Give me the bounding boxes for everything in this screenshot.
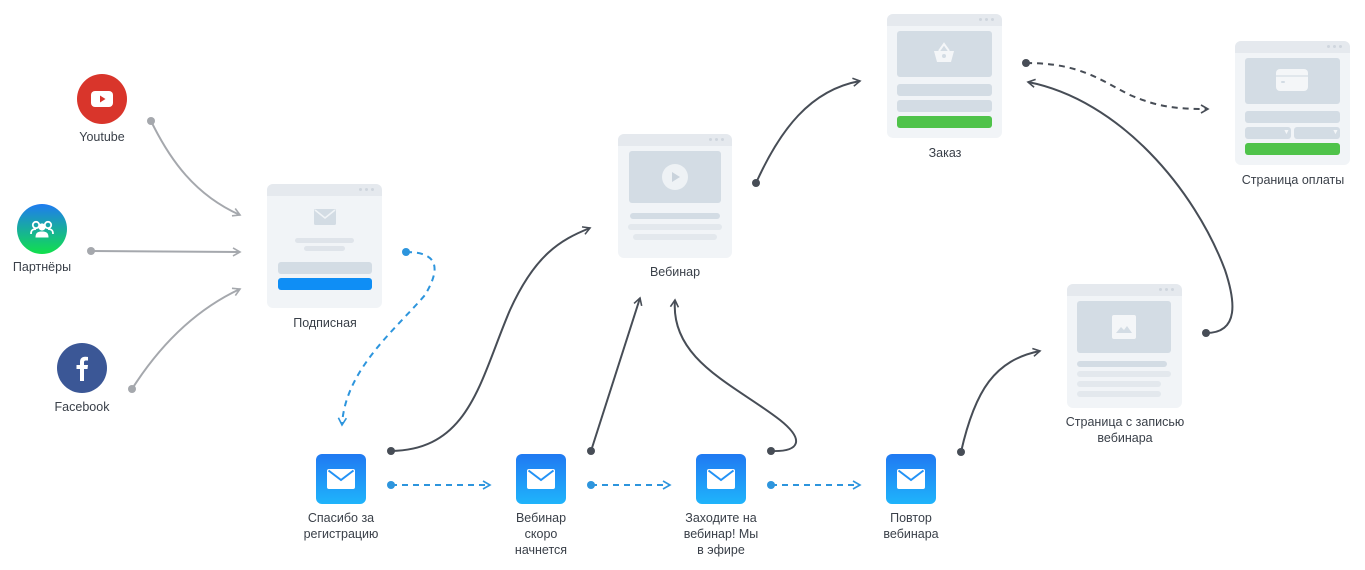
link-facebook-to-subscribe — [128, 287, 242, 393]
credit-card-icon — [1276, 69, 1308, 91]
page-webinar-node[interactable] — [618, 134, 732, 258]
envelope-icon — [327, 469, 355, 489]
source-youtube-label: Youtube — [79, 130, 125, 144]
email-live-node[interactable] — [696, 454, 746, 504]
link-webinar-to-order — [752, 77, 862, 187]
page-recording-node[interactable] — [1067, 284, 1182, 408]
envelope-icon — [897, 469, 925, 489]
link-soon-to-webinar — [587, 296, 643, 455]
link-thanks-to-webinar — [387, 226, 592, 455]
page-payment-label: Страница оплаты — [1241, 173, 1345, 187]
page-order-node[interactable] — [887, 14, 1002, 138]
link-order-to-payment — [1022, 59, 1210, 114]
basket-icon — [934, 42, 954, 62]
envelope-icon — [527, 469, 555, 489]
browser-bar — [267, 184, 382, 196]
source-youtube-node[interactable] — [77, 74, 127, 124]
pay-button-placeholder — [1245, 143, 1340, 155]
envelope-icon — [314, 209, 336, 225]
email-replay-label: Повтор вебинара — [883, 511, 939, 541]
link-live-to-replay — [767, 480, 862, 490]
link-live-to-webinar — [669, 298, 798, 455]
envelope-icon — [707, 469, 735, 489]
youtube-play-icon — [91, 91, 113, 107]
play-icon — [662, 164, 688, 190]
chevron-down-icon: ▼ — [1283, 129, 1290, 136]
subscribe-button-placeholder — [278, 278, 372, 290]
link-thanks-to-soon — [387, 480, 492, 490]
image-icon — [1112, 315, 1136, 339]
users-group-icon — [30, 220, 54, 238]
page-payment-node[interactable]: ▼ ▼ — [1235, 41, 1350, 165]
email-soon-label: Вебинар скоро начнется — [514, 511, 568, 557]
page-recording-label: Страница с записью вебинара — [1065, 415, 1185, 445]
source-partners-label: Партнёры — [12, 260, 72, 274]
page-order-label: Заказ — [928, 146, 962, 160]
source-partners-node[interactable] — [17, 204, 67, 254]
link-soon-to-live — [587, 480, 672, 490]
email-thanks-label: Спасибо за регистрацию — [303, 511, 379, 541]
page-subscribe-node[interactable] — [267, 184, 382, 308]
email-soon-node[interactable] — [516, 454, 566, 504]
email-live-label: Заходите на вебинар! Мы в эфире — [683, 511, 759, 557]
source-facebook-node[interactable] — [57, 343, 107, 393]
page-subscribe-label: Подписная — [293, 316, 357, 330]
link-replay-to-recording — [957, 347, 1042, 456]
email-thanks-node[interactable] — [316, 454, 366, 504]
page-webinar-label: Вебинар — [649, 265, 701, 279]
source-facebook-label: Facebook — [54, 400, 110, 414]
link-youtube-to-subscribe — [147, 117, 242, 217]
email-replay-node[interactable] — [886, 454, 936, 504]
buy-button-placeholder — [897, 116, 992, 128]
link-partners-to-subscribe — [87, 247, 242, 257]
chevron-down-icon: ▼ — [1332, 129, 1339, 136]
facebook-f-icon — [76, 356, 88, 381]
